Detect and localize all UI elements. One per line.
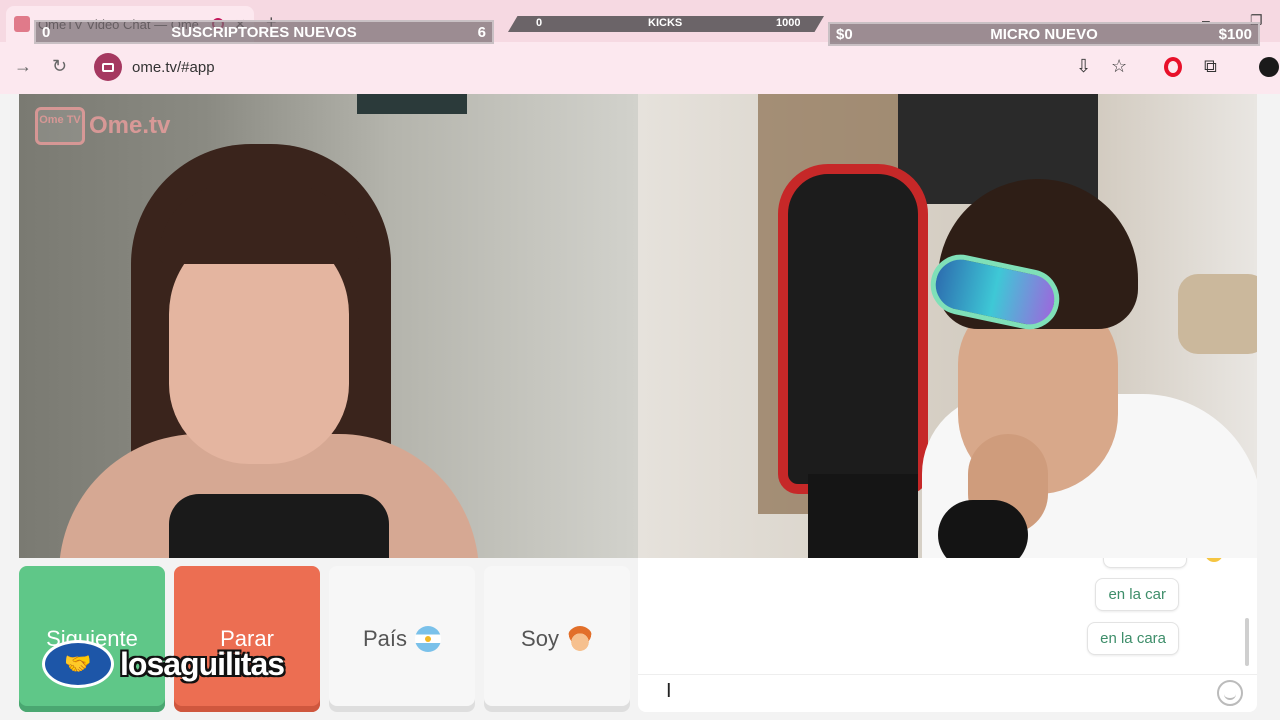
gaming-chair — [778, 164, 928, 494]
text-cursor-icon: I — [666, 680, 672, 702]
stop-button[interactable]: Parar — [174, 566, 320, 712]
mic-goal-target: $100 — [1218, 25, 1252, 43]
browser-toolbar: → ↻ ome.tv/#app ⇩ ☆ ⧉ — [0, 42, 1280, 94]
opera-extension-icon[interactable] — [1164, 57, 1182, 77]
chat-message: en la car — [1095, 578, 1179, 611]
profile-avatar[interactable] — [1259, 57, 1279, 77]
gender-select-button[interactable]: Soy — [484, 566, 630, 712]
forward-icon[interactable]: → — [14, 56, 32, 77]
screen: OmeTV Video Chat — Ome ✕ + – ❐ → ↻ ome.t… — [0, 0, 1280, 720]
handshake-logo-icon: 🤝 — [42, 640, 114, 688]
background-pillow — [1178, 274, 1257, 354]
subs-goal-count: 6 — [477, 23, 486, 41]
ometv-badge-icon: Ome TV — [35, 107, 85, 145]
gender-select-label: Soy — [521, 626, 559, 651]
next-button[interactable]: Siguiente — [19, 566, 165, 712]
chat-message-previous — [1103, 558, 1187, 568]
self-video — [638, 94, 1257, 558]
reload-icon[interactable]: ↻ — [52, 56, 67, 77]
country-filter-button[interactable]: País — [329, 566, 475, 712]
gaming-chair-base — [808, 474, 918, 558]
chat-message: en la cara — [1087, 622, 1179, 655]
chat-input[interactable] — [650, 676, 1210, 708]
kicks-goal-target: 1000 — [776, 17, 801, 29]
wall-poster — [357, 94, 467, 114]
subs-goal-label: SUSCRIPTORES NUEVOS — [171, 23, 357, 41]
boy-avatar-icon — [566, 626, 593, 652]
kicks-goal-label: KICKS — [648, 17, 683, 29]
ometv-logo: Ome TV Ome.tv — [35, 106, 170, 146]
stranger-video: Ome TV Ome.tv — [19, 94, 638, 558]
streamer-name: losaguilitas — [120, 645, 285, 682]
site-camera-icon[interactable] — [94, 53, 122, 81]
install-app-icon[interactable]: ⇩ — [1076, 56, 1091, 77]
emoji-picker-icon[interactable] — [1217, 680, 1243, 706]
streamer-watermark: 🤝 losaguilitas — [42, 640, 285, 688]
address-bar[interactable]: ome.tv/#app — [92, 50, 1242, 84]
bookmark-star-icon[interactable]: ☆ — [1111, 56, 1127, 77]
argentina-flag-icon — [415, 626, 442, 652]
ometv-wordmark: Ome.tv — [89, 112, 171, 139]
url-text[interactable]: ome.tv/#app — [132, 59, 215, 76]
microphone — [938, 500, 1028, 558]
mic-goal-label: MICRO NUEVO — [990, 25, 1098, 43]
extensions-icon[interactable]: ⧉ — [1204, 56, 1217, 77]
chat-divider — [638, 674, 1257, 675]
overlay-kicks-goal: 0 KICKS 1000 — [508, 16, 824, 32]
emoji-icon — [1205, 558, 1223, 562]
overlay-subs-goal: 0 SUSCRIPTORES NUEVOS 6 — [34, 20, 494, 44]
video-figure-top — [169, 494, 389, 558]
chat-panel: en la car en la cara I — [638, 558, 1257, 712]
ometv-favicon-icon — [14, 16, 30, 32]
chat-scrollbar[interactable] — [1245, 618, 1249, 666]
kicks-goal-start: 0 — [536, 17, 543, 29]
country-filter-label: País — [362, 626, 408, 651]
overlay-mic-goal: $0 MICRO NUEVO $100 — [828, 22, 1260, 46]
